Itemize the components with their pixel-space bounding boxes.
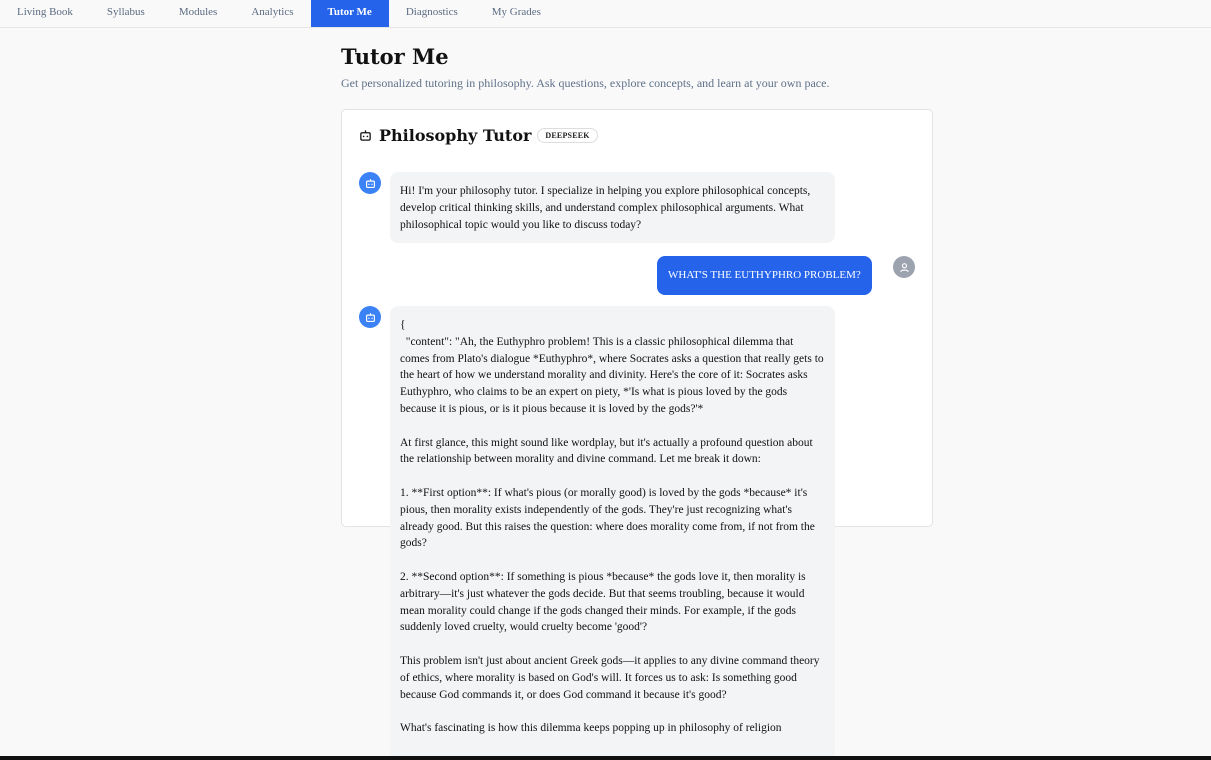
tab-tutor-me[interactable]: Tutor Me xyxy=(310,0,389,27)
tab-living-book[interactable]: Living Book xyxy=(0,0,90,27)
bot-avatar xyxy=(359,306,381,328)
robot-icon xyxy=(360,129,371,141)
message-paragraph: This problem isn't just about ancient Gr… xyxy=(400,654,823,701)
message-paragraph: { "content": "Ah, the Euthyphro problem!… xyxy=(400,319,824,415)
tab-analytics[interactable]: Analytics xyxy=(234,0,310,27)
tab-my-grades[interactable]: My Grades xyxy=(475,0,558,27)
message-paragraph: What's fascinating is how this dilemma k… xyxy=(400,722,782,735)
message-user-1: What's the Euthyphro problem? xyxy=(657,256,872,295)
tab-modules[interactable]: Modules xyxy=(162,0,235,27)
model-badge: DEEPSEEK xyxy=(537,127,598,143)
bot-avatar xyxy=(359,172,381,194)
window-bottom-border xyxy=(0,756,1211,760)
chat-header: Philosophy Tutor DEEPSEEK xyxy=(359,124,598,146)
tab-syllabus[interactable]: Syllabus xyxy=(90,0,162,27)
robot-icon xyxy=(365,178,375,188)
page-title: Tutor Me xyxy=(341,44,449,69)
top-nav: Living Book Syllabus Modules Analytics T… xyxy=(0,0,1211,28)
chat-title: Philosophy Tutor xyxy=(379,125,532,145)
tab-diagnostics[interactable]: Diagnostics xyxy=(389,0,475,27)
message-bot-2: { "content": "Ah, the Euthyphro problem!… xyxy=(390,306,835,760)
message-paragraph: Hi! I'm your philosophy tutor. I special… xyxy=(400,185,814,231)
message-paragraph: 2. **Second option**: If something is pi… xyxy=(400,570,809,634)
robot-icon xyxy=(365,312,375,322)
message-text: What's the Euthyphro problem? xyxy=(668,269,861,282)
message-bot-1: Hi! I'm your philosophy tutor. I special… xyxy=(390,172,835,244)
message-paragraph: 1. **First option**: If what's pious (or… xyxy=(400,486,818,550)
message-paragraph: At first glance, this might sound like w… xyxy=(400,436,816,466)
user-avatar xyxy=(893,256,915,278)
user-icon xyxy=(899,262,909,272)
page-subtitle: Get personalized tutoring in philosophy.… xyxy=(341,76,830,90)
